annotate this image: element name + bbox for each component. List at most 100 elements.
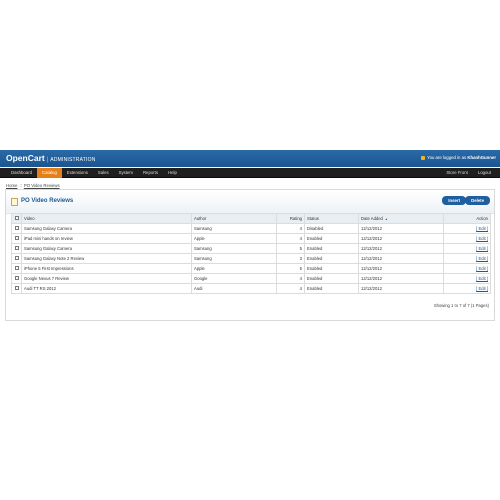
table-row: Google Nexus 7 Review Google 4 Enabled 12/12… [11, 273, 491, 284]
row-checkbox[interactable] [14, 246, 19, 250]
edit-link[interactable]: [ Edit ] [476, 266, 488, 271]
sort-asc-icon: ▲ [384, 217, 388, 221]
cell-author: Apple [191, 263, 277, 274]
col-status-label: Status [307, 216, 319, 221]
col-video[interactable]: Video [21, 213, 192, 224]
cell-status: Enabled [304, 253, 359, 264]
breadcrumb-link[interactable]: PO Video Reviews [24, 183, 60, 188]
cell-author: Apple [191, 233, 277, 244]
cell-action: [ Edit ] [443, 223, 491, 234]
table-body: Samsung Galaxy Camera Samsung 4 Disabled 12/… [11, 223, 491, 294]
cell-date-added: 12/12/2012 [358, 263, 444, 274]
cell-date-added: 12/12/2012 [358, 223, 444, 234]
cell-status: Disabled [304, 223, 359, 234]
panel-heading: PO Video Reviews Insert Delete [6, 190, 494, 214]
select-all-checkbox-cell [11, 213, 22, 224]
cell-rating: 4 [276, 273, 305, 284]
row-checkbox[interactable] [14, 236, 19, 240]
edit-link[interactable]: [ Edit ] [476, 226, 488, 231]
menu-item-catalog[interactable]: Catalog [37, 168, 62, 178]
table-header-row: Video Author Rating Status Date Added ▲ A… [11, 213, 491, 224]
col-action-label: Action [476, 216, 488, 221]
cell-action: [ Edit ] [443, 253, 491, 264]
menu-item-extensions[interactable]: Extensions [62, 168, 93, 178]
login-prefix: You are logged in as [427, 155, 467, 160]
cell-rating: 4 [276, 233, 305, 244]
cell-author: Audi [191, 283, 277, 294]
cell-date-added: 12/12/2012 [358, 283, 444, 294]
row-checkbox[interactable] [14, 256, 19, 260]
menu-item-help[interactable]: Help [163, 168, 182, 178]
edit-link[interactable]: [ Edit ] [476, 276, 488, 281]
cell-status: Enabled [304, 273, 359, 284]
menu-item-reports[interactable]: Reports [138, 168, 163, 178]
top-header: OpenCart | ADMINISTRATION You are logged i… [0, 150, 500, 167]
edit-link[interactable]: [ Edit ] [476, 236, 488, 241]
cell-date-added: 12/12/2012 [358, 253, 444, 264]
cell-rating: 3 [276, 253, 305, 264]
table-row: iPad mini hands on review Apple 4 Enabled 12… [11, 233, 491, 244]
cell-date-added: 12/12/2012 [358, 233, 444, 244]
cell-video: Samsung Galaxy Note 2 Review [21, 253, 192, 264]
menu-item-sales[interactable]: Sales [93, 168, 114, 178]
breadcrumb: Home:: PO Video Reviews [6, 183, 60, 188]
breadcrumb-link[interactable]: Home [6, 183, 17, 188]
row-checkbox[interactable] [14, 276, 19, 280]
delete-button[interactable]: Delete [465, 196, 490, 205]
menu-item-logout[interactable]: Logout [473, 168, 496, 178]
brand-separator: | [46, 157, 49, 163]
menu-item-dashboard[interactable]: Dashboard [6, 168, 37, 178]
row-checkbox[interactable] [14, 286, 19, 290]
row-checkbox-cell [11, 223, 22, 234]
cell-rating: 4 [276, 223, 305, 234]
row-checkbox-cell [11, 253, 22, 264]
menu-left: Dashboard Catalog Extensions Sales System Rep… [6, 168, 182, 178]
select-all-checkbox[interactable] [14, 216, 19, 220]
col-status[interactable]: Status [304, 213, 359, 224]
col-video-label: Video [24, 216, 35, 221]
cell-video: Audi TT RS 2012 [21, 283, 192, 294]
row-checkbox-cell [11, 243, 22, 254]
edit-link[interactable]: [ Edit ] [476, 246, 488, 251]
row-checkbox[interactable] [14, 226, 19, 230]
col-action: Action [443, 213, 491, 224]
row-checkbox-cell [11, 273, 22, 284]
menu-item-store-front[interactable]: Store Front [441, 168, 473, 178]
menu-item-system[interactable]: System [114, 168, 138, 178]
col-author[interactable]: Author [191, 213, 277, 224]
table-row: iPhone 5 First Impressions Apple 5 Enabled 1… [11, 263, 491, 274]
table-row: Samsung Galaxy Camera Samsung 4 Disabled 12/… [11, 223, 491, 234]
menu-right: Store Front Logout [441, 168, 496, 178]
cell-video: iPad mini hands on review [21, 233, 192, 244]
cell-video: Samsung Galaxy Camera [21, 223, 192, 234]
document-icon [11, 198, 18, 206]
cell-date-added: 12/12/2012 [358, 273, 444, 284]
cell-author: Samsung [191, 223, 277, 234]
cell-date-added: 12/12/2012 [358, 243, 444, 254]
table-row: Samsung Galaxy Note 2 Review Samsung 3 Enab… [11, 253, 491, 264]
edit-link[interactable]: [ Edit ] [476, 286, 488, 291]
page-title: PO Video Reviews [21, 198, 74, 204]
main-menu: Dashboard Catalog Extensions Sales System Rep… [0, 168, 500, 178]
breadcrumb-separator: :: [19, 183, 22, 188]
col-rating[interactable]: Rating [276, 213, 305, 224]
row-checkbox-cell [11, 263, 22, 274]
lock-icon [421, 155, 426, 160]
cell-rating: 5 [276, 263, 305, 274]
col-author-label: Author [194, 216, 207, 221]
edit-link[interactable]: [ Edit ] [476, 256, 488, 261]
cell-author: Samsung [191, 253, 277, 264]
col-date-added[interactable]: Date Added ▲ [358, 213, 444, 224]
pagination-text: Showing 1 to 7 of 7 (1 Pages) [433, 303, 489, 308]
row-checkbox-cell [11, 283, 22, 294]
brand-name: OpenCart [6, 153, 45, 163]
login-user: KhanhGunner [467, 155, 496, 160]
cell-action: [ Edit ] [443, 273, 491, 284]
cell-action: [ Edit ] [443, 283, 491, 294]
insert-button[interactable]: Insert [442, 196, 466, 205]
col-rating-label: Rating [289, 216, 302, 221]
brand: OpenCart | ADMINISTRATION [6, 153, 96, 163]
cell-video: iPhone 5 First Impressions [21, 263, 192, 274]
cell-author: Samsung [191, 243, 277, 254]
row-checkbox[interactable] [14, 266, 19, 270]
